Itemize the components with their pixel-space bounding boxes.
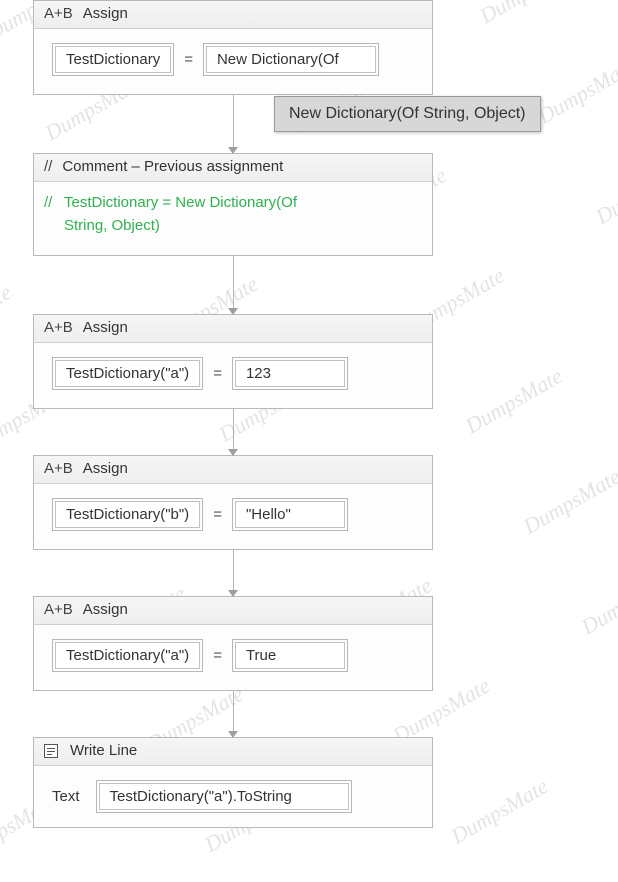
assign-left-input[interactable]: TestDictionary (55, 46, 171, 73)
assign-activity-4[interactable]: A+B Assign TestDictionary("a") = True (33, 596, 433, 691)
activity-header: A+B Assign (34, 597, 432, 625)
writeline-activity[interactable]: Write Line Text TestDictionary("a").ToSt… (33, 737, 433, 828)
flow-arrow (33, 256, 433, 314)
comment-activity[interactable]: // Comment – Previous assignment // Test… (33, 153, 433, 256)
equals-sign: = (213, 506, 222, 523)
activity-header: A+B Assign (34, 315, 432, 343)
activity-header: A+B Assign (34, 456, 432, 484)
comment-slashes: // (44, 192, 52, 215)
activity-header: A+B Assign (34, 1, 432, 29)
flow-arrow (33, 95, 433, 153)
flow-arrow (33, 409, 433, 455)
activity-title: Comment – Previous assignment (62, 158, 283, 175)
activity-header: // Comment – Previous assignment (34, 154, 432, 182)
comment-body: // TestDictionary = New Dictionary(Of St… (34, 182, 432, 255)
assign-right-input[interactable]: 123 (235, 360, 345, 387)
assign-right-input[interactable]: "Hello" (235, 501, 345, 528)
equals-sign: = (213, 647, 222, 664)
activity-header: Write Line (34, 738, 432, 766)
comment-line: TestDictionary = New Dictionary(Of (64, 194, 297, 211)
activity-title: Assign (83, 319, 128, 336)
activity-title: Assign (83, 460, 128, 477)
activity-tag: A+B (44, 601, 73, 618)
assign-left-input[interactable]: TestDictionary("a") (55, 360, 200, 387)
assign-activity-3[interactable]: A+B Assign TestDictionary("b") = "Hello" (33, 455, 433, 550)
activity-tag: A+B (44, 460, 73, 477)
assign-right-input[interactable]: True (235, 642, 345, 669)
assign-left-input[interactable]: TestDictionary("b") (55, 501, 200, 528)
writeline-text-input[interactable]: TestDictionary("a").ToString (99, 783, 349, 810)
assign-right-input[interactable]: New Dictionary(Of (206, 46, 376, 73)
activity-tag: A+B (44, 5, 73, 22)
writeline-label: Text (52, 788, 80, 805)
assign-left-input[interactable]: TestDictionary("a") (55, 642, 200, 669)
flow-arrow (33, 550, 433, 596)
writeline-icon (44, 744, 58, 758)
activity-tag: A+B (44, 319, 73, 336)
activity-title: Write Line (70, 742, 137, 759)
assign-activity-2[interactable]: A+B Assign TestDictionary("a") = 123 (33, 314, 433, 409)
activity-title: Assign (83, 5, 128, 22)
activity-title: Assign (83, 601, 128, 618)
assign-activity-1[interactable]: A+B Assign TestDictionary = New Dictiona… (33, 0, 433, 95)
equals-sign: = (184, 51, 193, 68)
comment-line: String, Object) (64, 217, 160, 234)
equals-sign: = (213, 365, 222, 382)
activity-tag: // (44, 158, 52, 175)
flow-arrow (33, 691, 433, 737)
